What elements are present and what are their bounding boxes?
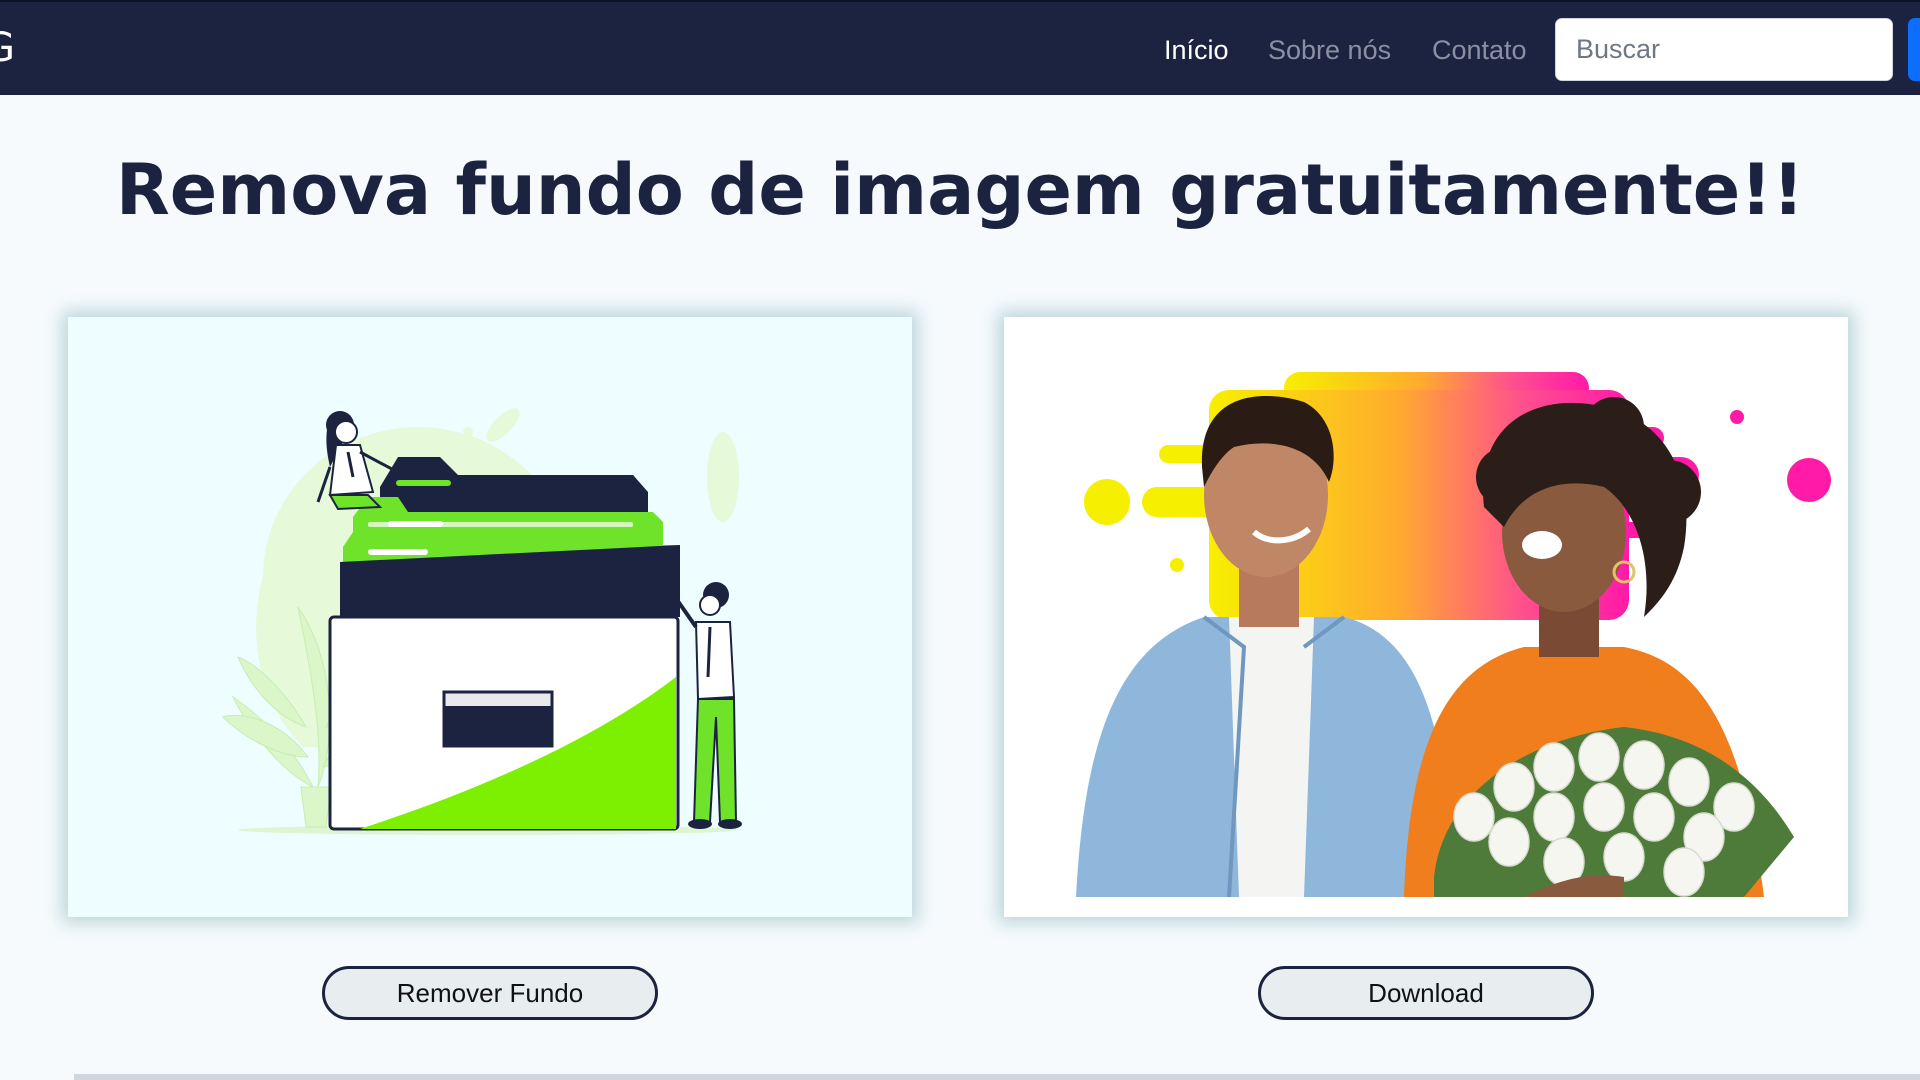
- navbar: G Início Sobre nós Contato: [0, 0, 1920, 95]
- remove-background-button[interactable]: Remover Fundo: [322, 966, 658, 1020]
- nav-link-contato[interactable]: Contato: [1432, 32, 1527, 68]
- couple-photo-icon: [1076, 372, 1831, 898]
- nav-link-sobre-nos[interactable]: Sobre nós: [1268, 32, 1391, 68]
- search-button[interactable]: [1908, 18, 1920, 81]
- page-title: Remova fundo de imagem gratuitamente!!: [115, 149, 1805, 231]
- nav-link-inicio[interactable]: Início: [1164, 32, 1229, 68]
- brand-logo[interactable]: G: [0, 26, 15, 70]
- search-input[interactable]: [1555, 18, 1893, 81]
- download-button[interactable]: Download: [1258, 966, 1594, 1020]
- input-image-panel[interactable]: [68, 317, 912, 917]
- output-image-panel[interactable]: [1004, 317, 1848, 917]
- file-cabinet-illustration-icon: [222, 408, 742, 835]
- horizontal-scrollbar[interactable]: [74, 1074, 1920, 1080]
